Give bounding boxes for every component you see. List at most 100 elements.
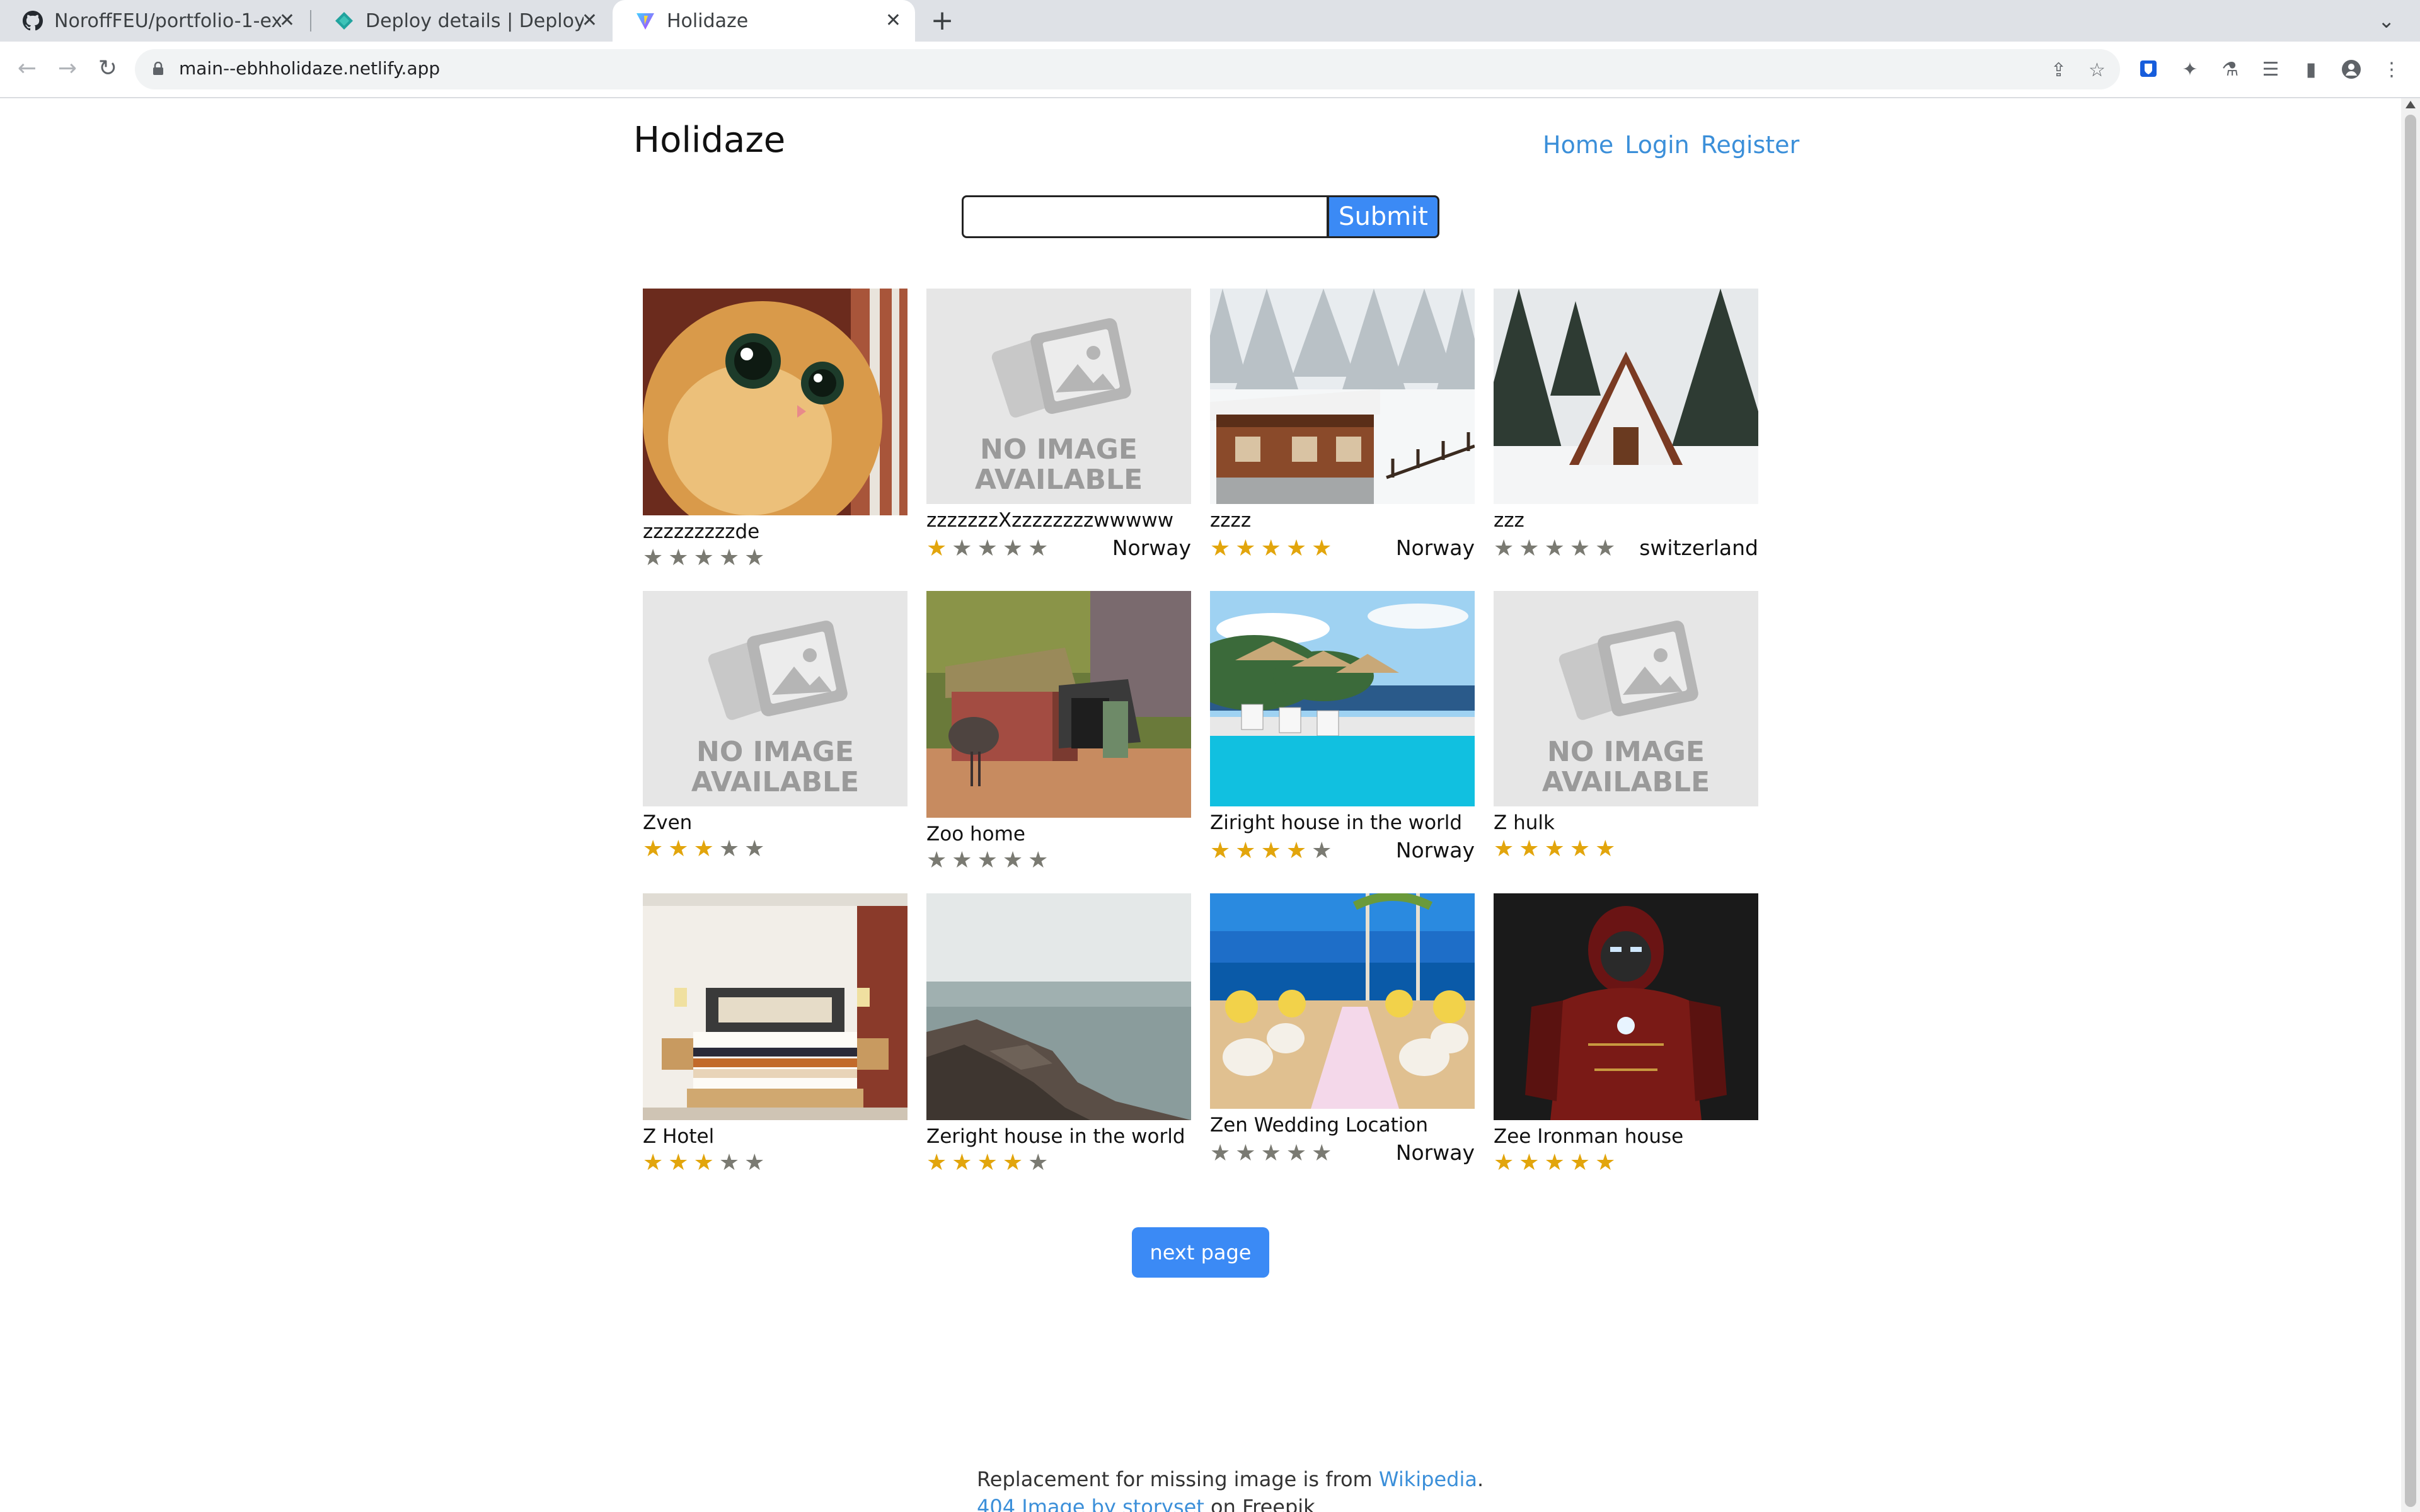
- footer-credit-line: 404 Image by storyset on Freepik: [977, 1493, 1484, 1512]
- storyset-link[interactable]: 404 Image by storyset: [977, 1495, 1204, 1512]
- site-title: Holidaze: [633, 120, 786, 161]
- star-icon: ★: [1210, 536, 1231, 561]
- star-rating: ★ ★ ★ ★ ★: [1494, 838, 1615, 861]
- venue-country: Norway: [1112, 536, 1191, 560]
- wikipedia-link[interactable]: Wikipedia: [1379, 1467, 1477, 1491]
- star-icon: ★: [1002, 1150, 1023, 1176]
- star-icon: ★: [926, 536, 947, 561]
- svg-text:NO IMAGE: NO IMAGE: [1547, 736, 1705, 768]
- venue-image[interactable]: [643, 893, 908, 1120]
- star-rating: ★ ★ ★ ★ ★: [1210, 1142, 1332, 1165]
- kebab-menu-icon[interactable]: ⋮: [2381, 59, 2402, 81]
- venue-name: zzzz: [1210, 509, 1252, 532]
- close-tab-icon[interactable]: ✕: [279, 11, 295, 31]
- share-icon[interactable]: ⇪: [2051, 59, 2066, 81]
- reload-icon[interactable]: ↻: [92, 53, 124, 84]
- venue-meta-row: ★ ★ ★ ★ ★: [1494, 838, 1758, 861]
- venue-country: switzerland: [1639, 536, 1758, 560]
- url-text[interactable]: main--ebhholidaze.netlify.app: [179, 58, 440, 79]
- page-content: Holidaze Home Login Register Submit zzzz…: [0, 98, 2401, 1512]
- venue-country: Norway: [1395, 536, 1475, 560]
- no-image-placeholder[interactable]: NO IMAGE AVAILABLE: [1494, 591, 1758, 806]
- svg-text:AVAILABLE: AVAILABLE: [691, 766, 859, 798]
- back-arrow-icon[interactable]: ←: [11, 53, 43, 84]
- reading-list-icon[interactable]: ☰: [2260, 59, 2281, 81]
- star-icon: ★: [718, 1150, 740, 1176]
- star-icon: ★: [1544, 536, 1565, 561]
- venue-meta-row: ★ ★ ★ ★ ★: [643, 547, 908, 570]
- venue-image[interactable]: [926, 893, 1191, 1120]
- venue-card[interactable]: NO IMAGE AVAILABLE zzzzzzzXzzzzzzzzwwwww ★ ★…: [926, 289, 1191, 560]
- profile-avatar-icon[interactable]: [2341, 59, 2362, 81]
- star-icon: ★: [1002, 847, 1023, 873]
- star-icon: ★: [1311, 1140, 1332, 1166]
- venue-image[interactable]: [1210, 893, 1475, 1109]
- next-page-button[interactable]: next page: [1132, 1227, 1269, 1278]
- venue-image[interactable]: [643, 289, 908, 515]
- no-image-placeholder[interactable]: NO IMAGE AVAILABLE: [643, 591, 908, 806]
- close-tab-icon[interactable]: ✕: [582, 11, 597, 31]
- star-icon: ★: [1260, 1140, 1281, 1166]
- browser-tab-netlify[interactable]: Deploy details | Deploys | ✕: [311, 0, 611, 42]
- star-icon: ★: [1569, 536, 1591, 561]
- star-icon: ★: [643, 836, 664, 862]
- bookmark-star-icon[interactable]: ☆: [2089, 59, 2106, 81]
- star-rating: ★ ★ ★ ★ ★: [1494, 1152, 1615, 1174]
- venue-image[interactable]: [1210, 591, 1475, 806]
- new-tab-button[interactable]: +: [926, 6, 958, 35]
- venue-image[interactable]: [1494, 893, 1758, 1120]
- search-input[interactable]: [962, 195, 1328, 238]
- star-icon: ★: [1235, 838, 1256, 864]
- bitwarden-icon[interactable]: [2138, 59, 2159, 81]
- venue-card[interactable]: zzzzzzzzzde ★ ★ ★ ★ ★: [643, 289, 908, 570]
- star-icon: ★: [1544, 836, 1565, 862]
- star-icon: ★: [952, 536, 972, 561]
- nav-home-link[interactable]: Home: [1543, 131, 1613, 159]
- address-bar[interactable]: main--ebhholidaze.netlify.app ⇪ ☆: [135, 49, 2120, 89]
- nav-login-link[interactable]: Login: [1625, 131, 1690, 159]
- star-icon: ★: [1260, 536, 1281, 561]
- forward-arrow-icon[interactable]: →: [52, 53, 83, 84]
- scroll-up-arrow-icon[interactable]: [2406, 101, 2416, 108]
- chevron-down-icon[interactable]: ⌄: [2378, 9, 2395, 33]
- venue-card[interactable]: Z Hotel ★ ★ ★ ★ ★: [643, 893, 908, 1174]
- nav-register-link[interactable]: Register: [1701, 131, 1799, 159]
- venue-image[interactable]: [1210, 289, 1475, 504]
- venue-card[interactable]: Zoo home ★ ★ ★ ★ ★: [926, 591, 1191, 872]
- extensions-puzzle-icon[interactable]: ✦: [2179, 59, 2201, 81]
- star-icon: ★: [643, 1150, 664, 1176]
- venue-card[interactable]: zzz ★ ★ ★ ★ ★ switzerland: [1494, 289, 1758, 560]
- venue-card[interactable]: Zeright house in the world ★ ★ ★ ★ ★: [926, 893, 1191, 1174]
- venue-name: Zven: [643, 811, 693, 834]
- no-image-placeholder[interactable]: NO IMAGE AVAILABLE: [926, 289, 1191, 504]
- submit-button[interactable]: Submit: [1327, 195, 1439, 238]
- browser-tab-bar: NoroffFEU/portfolio-1-ex ✕ Deploy detail…: [0, 0, 2420, 42]
- scroll-thumb[interactable]: [2405, 115, 2416, 1507]
- star-rating: ★ ★ ★ ★ ★: [926, 1152, 1048, 1174]
- venue-meta-row: ★ ★ ★ ★ ★: [926, 849, 1191, 872]
- venue-card[interactable]: NO IMAGE AVAILABLE Z hulk ★ ★ ★ ★ ★: [1494, 591, 1758, 861]
- footer-text: .: [1477, 1467, 1484, 1491]
- venue-card[interactable]: zzzz ★ ★ ★ ★ ★ Norway: [1210, 289, 1475, 560]
- venue-meta-row: ★ ★ ★ ★ ★: [1494, 1152, 1758, 1174]
- venue-card[interactable]: Ziright house in the world ★ ★ ★ ★ ★ Norway: [1210, 591, 1475, 862]
- browser-tab-github[interactable]: NoroffFEU/portfolio-1-ex ✕: [0, 0, 309, 42]
- star-icon: ★: [977, 1150, 998, 1176]
- star-icon: ★: [1494, 1150, 1514, 1176]
- flask-icon[interactable]: ⚗: [2220, 59, 2241, 81]
- svg-text:NO IMAGE: NO IMAGE: [980, 433, 1138, 466]
- venue-image[interactable]: [1494, 289, 1758, 504]
- venue-card[interactable]: NO IMAGE AVAILABLE Zven ★ ★ ★ ★ ★: [643, 591, 908, 861]
- star-icon: ★: [1235, 1140, 1256, 1166]
- close-tab-icon[interactable]: ✕: [885, 11, 901, 31]
- browser-tab-holidaze[interactable]: Holidaze ✕: [613, 0, 915, 42]
- venue-card[interactable]: Zen Wedding Location ★ ★ ★ ★ ★ Norway: [1210, 893, 1475, 1165]
- lock-icon: [153, 61, 164, 76]
- footer-text: Replacement for missing image is from: [977, 1467, 1379, 1491]
- star-icon: ★: [977, 536, 998, 561]
- side-panel-icon[interactable]: ▮: [2300, 59, 2322, 81]
- star-icon: ★: [1569, 1150, 1591, 1176]
- venue-card[interactable]: Zee Ironman house ★ ★ ★ ★ ★: [1494, 893, 1758, 1174]
- page-scrollbar[interactable]: [2401, 98, 2420, 1512]
- venue-image[interactable]: [926, 591, 1191, 818]
